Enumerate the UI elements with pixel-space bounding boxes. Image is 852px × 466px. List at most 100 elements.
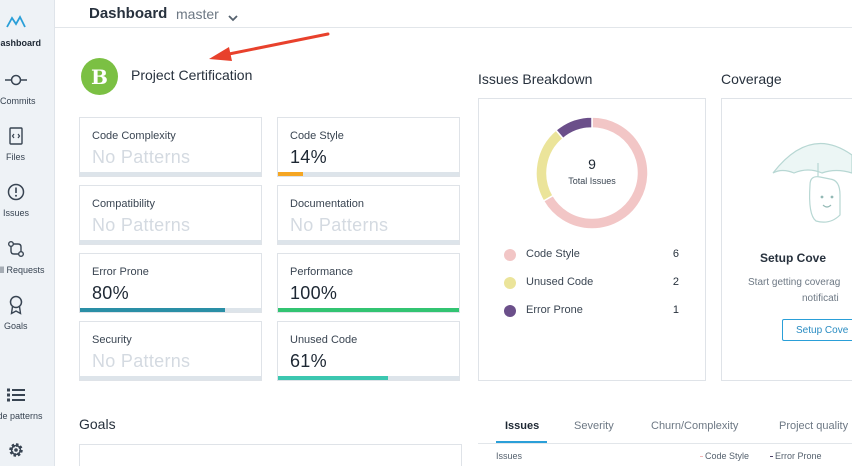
metric-card[interactable]: Code Complexity No Patterns	[79, 117, 262, 177]
metric-progress-fill	[80, 308, 225, 312]
metric-value: No Patterns	[92, 147, 191, 167]
metric-card[interactable]: Code Style 14%	[277, 117, 460, 177]
metric-progress-track	[80, 376, 261, 380]
issues-legend-row: Code Style 6	[504, 247, 684, 263]
alert-circle-icon	[0, 182, 32, 202]
sidebar-item-settings[interactable]	[0, 440, 54, 466]
total-issues-count: 9	[588, 156, 596, 172]
tab-issues[interactable]: Issues	[505, 420, 539, 432]
metric-progress-track	[80, 308, 261, 312]
sidebar: Dashboard Commits Files Issues Pull Requ…	[0, 0, 55, 466]
metric-name: Unused Code	[290, 334, 358, 346]
metric-name: Compatibility	[92, 198, 155, 210]
section-title-certification: Project Certification	[131, 67, 253, 83]
sidebar-item-dashboard[interactable]: Dashboard	[0, 12, 54, 60]
metric-progress-track	[278, 308, 459, 312]
metric-card[interactable]: Compatibility No Patterns	[79, 185, 262, 245]
pull-request-icon	[0, 239, 32, 259]
sidebar-item-issues[interactable]: Issues	[0, 182, 54, 230]
gear-icon	[0, 440, 32, 460]
metric-name: Documentation	[290, 198, 364, 210]
sidebar-item-label: Goals	[4, 321, 28, 331]
legend-swatch-code-style	[700, 456, 703, 457]
legend-swatch-error-prone	[770, 456, 773, 457]
metric-value: No Patterns	[92, 351, 191, 371]
metric-value: 100%	[290, 283, 338, 303]
metric-progress-track	[80, 172, 261, 176]
sidebar-item-pull-requests[interactable]: Pull Requests	[0, 239, 54, 287]
list-icon	[0, 385, 32, 405]
issues-donut-chart	[535, 116, 649, 230]
sidebar-item-code-patterns[interactable]: Code patterns	[0, 385, 54, 433]
metric-progress-fill	[278, 172, 304, 176]
file-code-icon	[0, 126, 32, 146]
grade-badge: B	[81, 58, 118, 95]
metric-progress-fill	[278, 376, 389, 380]
legend-category-count: 6	[672, 248, 679, 260]
coverage-description-line1: Start getting coverag	[748, 277, 841, 288]
section-title-coverage: Coverage	[721, 71, 782, 87]
metric-name: Code Style	[290, 130, 344, 142]
metric-progress-fill	[278, 240, 459, 244]
sidebar-item-label: Issues	[3, 208, 30, 218]
tab-project-quality[interactable]: Project quality	[779, 420, 848, 432]
legend-dot	[504, 249, 516, 261]
metric-progress-fill	[80, 172, 261, 176]
commit-icon	[0, 70, 32, 90]
active-tab-indicator	[496, 441, 547, 443]
issues-legend-row: Unused Code 2	[504, 275, 684, 291]
sidebar-item-commits[interactable]: Commits	[0, 70, 54, 118]
section-title-issues-breakdown: Issues Breakdown	[478, 71, 593, 87]
metric-value: 61%	[290, 351, 327, 371]
metric-progress-track	[278, 172, 459, 176]
setup-coverage-button[interactable]: Setup Cove	[782, 319, 852, 341]
legend-dot	[504, 305, 516, 317]
metric-card[interactable]: Performance 100%	[277, 253, 460, 313]
metric-value: No Patterns	[290, 215, 389, 235]
total-issues-label: Total Issues	[568, 176, 616, 186]
metric-progress-track	[278, 376, 459, 380]
chevron-down-icon[interactable]	[228, 9, 238, 27]
award-icon	[0, 295, 32, 315]
annotation-arrow	[209, 32, 330, 61]
sidebar-item-label: Code patterns	[0, 411, 43, 421]
sidebar-item-label: Pull Requests	[0, 265, 45, 275]
metric-name: Error Prone	[92, 266, 149, 278]
legend-label-code-style: Code Style	[705, 451, 750, 461]
metric-progress-track	[80, 240, 261, 244]
sidebar-item-files[interactable]: Files	[0, 126, 54, 174]
legend-label-error-prone: Error Prone	[775, 451, 822, 461]
top-bar: Dashboard master	[55, 0, 852, 28]
goals-panel	[79, 444, 462, 466]
metric-card[interactable]: Error Prone 80%	[79, 253, 262, 313]
branch-selector[interactable]: master	[176, 6, 219, 22]
legend-category-count: 2	[672, 276, 679, 288]
tab-churn-complexity[interactable]: Churn/Complexity	[651, 420, 738, 432]
sidebar-item-label: Commits	[0, 96, 36, 106]
metric-progress-track	[278, 240, 459, 244]
sidebar-item-label: Dashboard	[0, 38, 42, 48]
legend-dot	[504, 277, 516, 289]
dashboard-icon	[0, 12, 32, 32]
metric-card[interactable]: Security No Patterns	[79, 321, 262, 381]
sidebar-item-goals[interactable]: Goals	[0, 295, 54, 343]
issues-legend-row: Error Prone 1	[504, 303, 684, 319]
metric-progress-fill	[278, 308, 459, 312]
metric-value: 80%	[92, 283, 129, 303]
chart-y-label: Issues	[496, 451, 523, 461]
metric-card[interactable]: Unused Code 61%	[277, 321, 460, 381]
metric-progress-fill	[80, 240, 261, 244]
sidebar-item-label: Files	[6, 152, 26, 162]
coverage-setup-title: Setup Cove	[760, 251, 827, 265]
metric-name: Performance	[290, 266, 353, 278]
tab-severity[interactable]: Severity	[574, 420, 614, 432]
metric-progress-fill	[80, 376, 261, 380]
donut-slice-error-prone[interactable]	[554, 116, 593, 140]
umbrella-illustration-icon	[772, 142, 852, 223]
legend-category-count: 1	[672, 304, 679, 316]
coverage-description-line2: notificati	[802, 293, 839, 304]
metric-card[interactable]: Documentation No Patterns	[277, 185, 460, 245]
legend-category-name: Error Prone	[526, 304, 583, 316]
metric-value: 14%	[290, 147, 327, 167]
metric-value: No Patterns	[92, 215, 191, 235]
